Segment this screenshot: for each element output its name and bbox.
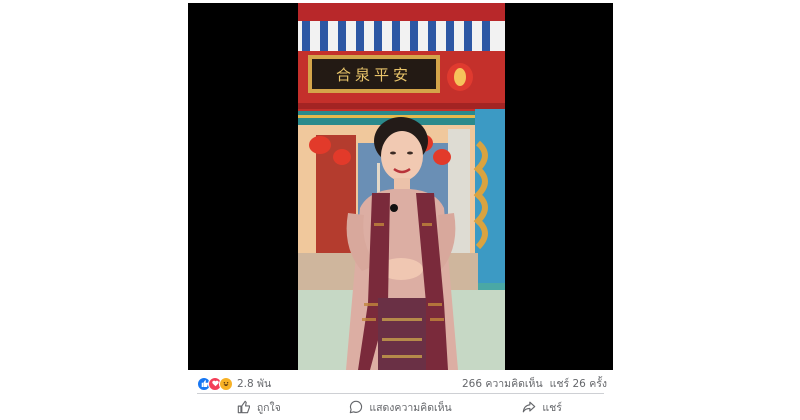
reaction-count[interactable]: 2.8 พัน	[237, 375, 271, 392]
comment-bubble-icon	[349, 400, 363, 414]
post-card: 合泉平安 2.8 พัน 266 ความคิดเห็น แชร์ 26 ครั…	[188, 0, 613, 420]
comment-button[interactable]: แสดงความคิดเห็น	[330, 395, 472, 419]
share-label: แชร์	[542, 401, 562, 414]
share-button[interactable]: แชร์	[471, 395, 613, 419]
video-frame-image[interactable]: 合泉平安	[298, 3, 505, 370]
share-arrow-icon	[522, 400, 536, 414]
like-button[interactable]: ถูกใจ	[188, 395, 330, 419]
post-action-bar: ถูกใจ แสดงความคิดเห็น แชร์	[188, 395, 613, 419]
video-player[interactable]: 合泉平安	[188, 3, 613, 370]
post-stats-bar: 2.8 พัน 266 ความคิดเห็น แชร์ 26 ครั้ง	[188, 370, 613, 394]
divider	[197, 393, 604, 394]
like-label: ถูกใจ	[256, 401, 281, 414]
share-count[interactable]: แชร์ 26 ครั้ง	[550, 375, 607, 392]
engagement-counts: 266 ความคิดเห็น แชร์ 26 ครั้ง	[462, 375, 607, 392]
reactions-summary[interactable]: 2.8 พัน	[197, 375, 271, 392]
comment-count[interactable]: 266 ความคิดเห็น	[462, 375, 543, 392]
thumbs-up-icon	[237, 400, 251, 414]
haha-reaction-icon	[219, 376, 233, 391]
comment-label: แสดงความคิดเห็น	[369, 401, 452, 414]
signboard-text: 合泉平安	[336, 66, 412, 84]
